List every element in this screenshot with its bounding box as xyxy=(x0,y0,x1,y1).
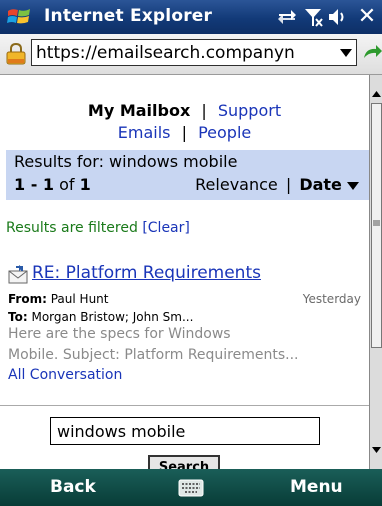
to-value: Morgan Bristow; John Sm... xyxy=(31,310,194,324)
close-icon[interactable]: ✕ xyxy=(354,4,380,30)
emails-link[interactable]: Emails xyxy=(118,123,171,142)
scroll-thumb[interactable] xyxy=(371,103,382,348)
connectivity-icon[interactable] xyxy=(276,6,298,28)
from-value: Paul Hunt xyxy=(50,292,109,306)
signal-off-icon[interactable] xyxy=(302,6,324,28)
nav-separator: | xyxy=(181,123,187,142)
from-label: From: xyxy=(8,292,47,306)
message-preview-line1: Here are the specs for Windows xyxy=(8,326,231,342)
filter-text: Results are filtered xyxy=(6,220,138,236)
sort-relevance-link[interactable]: Relevance xyxy=(195,175,278,194)
scroll-down-icon[interactable] xyxy=(370,443,382,457)
windows-logo-icon[interactable] xyxy=(6,5,32,29)
people-link[interactable]: People xyxy=(198,123,251,142)
scroll-up-icon[interactable] xyxy=(370,87,382,101)
address-bar: https://emailsearch.companyn xyxy=(0,34,382,75)
my-mailbox-label: My Mailbox xyxy=(87,101,191,120)
volume-icon[interactable] xyxy=(326,6,348,28)
message-date: Yesterday xyxy=(302,292,361,306)
range-of: of xyxy=(59,175,75,194)
window-title: Internet Explorer xyxy=(44,6,213,26)
lock-icon[interactable] xyxy=(4,42,28,66)
menu-softkey[interactable]: Menu xyxy=(290,477,343,497)
sort-date-link[interactable]: Date xyxy=(299,175,342,194)
results-range: 1 - 1 of 1 xyxy=(14,175,91,194)
nav-separator: | xyxy=(201,101,207,120)
message-subject-link[interactable]: RE: Platform Requirements xyxy=(32,263,261,283)
vertical-scrollbar[interactable] xyxy=(369,75,382,469)
softkey-bar: Back Menu xyxy=(0,469,382,506)
url-input[interactable]: https://emailsearch.companyn xyxy=(31,39,357,66)
sort-separator: | xyxy=(285,175,292,194)
message-to: To: Morgan Bristow; John Sm... xyxy=(8,310,193,324)
sort-descending-icon[interactable] xyxy=(347,181,359,190)
go-arrow-icon[interactable] xyxy=(362,44,382,64)
message-preview-line2: Mobile. Subject: Platform Requirements..… xyxy=(8,347,299,363)
url-text: https://emailsearch.companyn xyxy=(36,43,295,63)
page-content: My Mailbox | Support Emails | People Res… xyxy=(0,75,369,469)
to-label: To: xyxy=(8,310,28,324)
range-bold: 1 - 1 xyxy=(14,175,55,194)
range-total: 1 xyxy=(79,175,91,194)
url-dropdown-icon[interactable] xyxy=(336,40,356,65)
results-header: Results for: windows mobile 1 - 1 of 1 R… xyxy=(6,150,369,200)
top-nav-row1: My Mailbox | Support xyxy=(0,101,369,120)
divider xyxy=(0,405,369,406)
search-button[interactable]: Search xyxy=(148,455,220,469)
results-for-text: Results for: windows mobile xyxy=(14,152,238,171)
all-conversation-link[interactable]: All Conversation xyxy=(8,367,122,383)
message-from: From: Paul Hunt xyxy=(8,292,108,306)
filter-status: Results are filtered [Clear] xyxy=(6,220,190,236)
grip-icon xyxy=(373,220,380,226)
email-thread-icon xyxy=(8,265,28,284)
back-softkey[interactable]: Back xyxy=(50,477,96,497)
keyboard-icon[interactable] xyxy=(178,478,204,498)
clear-filter-link[interactable]: [Clear] xyxy=(142,220,190,236)
support-link[interactable]: Support xyxy=(218,101,281,120)
sort-options: Relevance | Date xyxy=(195,175,359,194)
search-input[interactable] xyxy=(50,417,320,445)
title-bar: Internet Explorer ✕ xyxy=(0,0,382,34)
top-nav-row2: Emails | People xyxy=(0,123,369,142)
